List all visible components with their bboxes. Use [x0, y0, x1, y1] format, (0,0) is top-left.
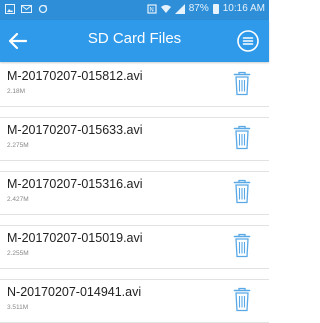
trash-icon[interactable]	[233, 287, 251, 312]
battery-icon	[212, 3, 219, 14]
mail-icon	[21, 5, 32, 13]
file-row[interactable]: M-20170207-015633.avi 2.275M	[0, 117, 269, 161]
file-size: 2.427M	[7, 196, 29, 203]
trash-icon[interactable]	[233, 179, 251, 204]
file-row[interactable]: N-20170207-014941.avi 3.511M	[0, 279, 269, 323]
file-size: 2.255M	[7, 250, 29, 257]
menu-icon[interactable]	[237, 30, 259, 52]
notification-icons	[5, 4, 48, 14]
file-row[interactable]: M-20170207-015812.avi 2.18M	[0, 64, 269, 107]
nfc-icon: N	[147, 3, 157, 13]
file-row[interactable]: M-20170207-015316.avi 2.427M	[0, 171, 269, 215]
system-icons: N 87% 10:16 AM	[147, 3, 265, 14]
page-title: SD Card Files	[87, 30, 182, 47]
signal-icon	[174, 3, 185, 14]
image-icon	[5, 4, 15, 14]
file-size: 3.511M	[7, 304, 29, 311]
file-size: 2.275M	[7, 142, 29, 149]
sync-icon	[38, 4, 48, 14]
battery-percent: 87%	[188, 3, 209, 14]
file-name: M-20170207-015812.avi	[7, 69, 143, 83]
wifi-icon	[160, 4, 171, 13]
trash-icon[interactable]	[233, 233, 251, 258]
file-name: M-20170207-015633.avi	[7, 123, 143, 137]
file-name: M-20170207-015019.avi	[7, 231, 143, 245]
file-row[interactable]: M-20170207-015019.avi 2.255M	[0, 225, 269, 269]
svg-text:N: N	[149, 6, 154, 13]
app-bar: SD Card Files	[0, 20, 269, 62]
trash-icon[interactable]	[233, 71, 251, 96]
file-name: M-20170207-015316.avi	[7, 177, 143, 191]
status-bar: N 87% 10:16 AM	[0, 0, 269, 20]
trash-icon[interactable]	[233, 125, 251, 150]
file-list: M-20170207-015812.avi 2.18M M-20170207-0…	[0, 62, 269, 323]
clock: 10:16 AM	[222, 3, 265, 14]
file-size: 2.18M	[7, 88, 26, 95]
